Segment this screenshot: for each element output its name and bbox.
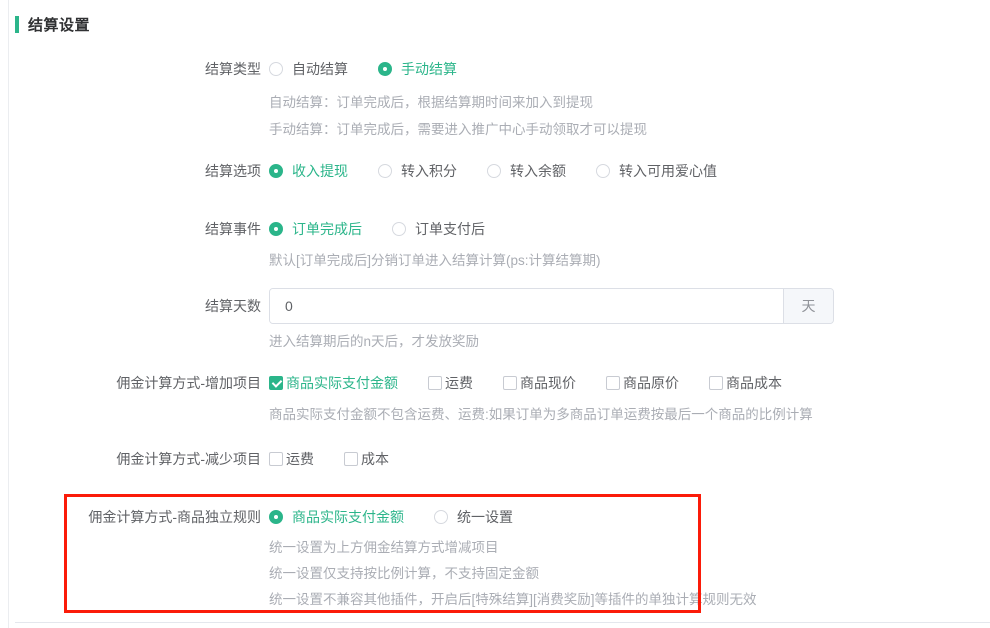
form-label: 佣金计算方式-商品独立规则: [9, 507, 261, 613]
checkbox-unchecked-icon: [428, 376, 442, 390]
radio-checked-icon: [269, 222, 283, 236]
radio-to-balance[interactable]: 转入余额: [487, 161, 566, 181]
radio-label: 转入积分: [401, 161, 457, 181]
checkbox-unchecked-icon: [269, 452, 283, 466]
checkbox-label: 商品现价: [520, 373, 576, 393]
radio-label: 订单完成后: [292, 219, 362, 239]
radio-unchecked-icon: [269, 62, 283, 76]
radio-manual-settle[interactable]: 手动结算: [378, 59, 457, 79]
checkbox-unchecked-icon: [709, 376, 723, 390]
help-text: 默认[订单完成后]分销订单进入结算计算(ps:计算结算期): [269, 247, 990, 274]
checkbox-label: 商品成本: [726, 373, 782, 393]
checkbox-product-current-price[interactable]: 商品现价: [503, 373, 576, 393]
radio-checked-icon: [269, 164, 283, 178]
radio-label: 统一设置: [457, 507, 513, 527]
form-row-commission-product-rule: 佣金计算方式-商品独立规则 商品实际支付金额 统一设置 统一设置为上方佣金结算方…: [9, 507, 990, 613]
radio-checked-icon: [378, 62, 392, 76]
radio-unchecked-icon: [434, 510, 448, 524]
help-text: 商品实际支付金额不包含运费、运费:如果订单为多商品订单运费按最后一个商品的比例计…: [269, 401, 990, 428]
form-row-settlement-days: 结算天数 天 进入结算期后的n天后，才发放奖励: [9, 288, 990, 355]
section-header: 结算设置: [15, 14, 990, 35]
radio-unchecked-icon: [596, 164, 610, 178]
settlement-days-input-group: 天: [269, 288, 834, 324]
help-text: 统一设置为上方佣金结算方式增减项目: [269, 535, 990, 561]
radio-label: 转入余额: [510, 161, 566, 181]
settings-panel: 结算设置 结算类型 自动结算 手动结算 自动结算：订单完成后，根据结算期时间来加…: [8, 0, 990, 628]
checkbox-product-cost[interactable]: 商品成本: [709, 373, 782, 393]
checkbox-minus-shipping-fee[interactable]: 运费: [269, 449, 314, 469]
radio-unified-setting[interactable]: 统一设置: [434, 507, 513, 527]
radio-label: 转入可用爱心值: [619, 161, 717, 181]
form-label: 佣金计算方式-增加项目: [9, 373, 261, 428]
settlement-form: 结算类型 自动结算 手动结算 自动结算：订单完成后，根据结算期时间来加入到提现 …: [9, 59, 990, 613]
bottom-divider: [15, 622, 990, 623]
radio-label: 收入提现: [292, 161, 348, 181]
highlighted-section: 佣金计算方式-商品独立规则 商品实际支付金额 统一设置 统一设置为上方佣金结算方…: [9, 507, 990, 613]
form-row-settlement-option: 结算选项 收入提现 转入积分 转入余额: [9, 161, 990, 181]
help-text: 统一设置仅支持按比例计算，不支持固定金额: [269, 561, 990, 587]
form-row-commission-add-items: 佣金计算方式-增加项目 商品实际支付金额 运费 商品现价: [9, 373, 990, 428]
settlement-days-input[interactable]: [270, 289, 783, 323]
form-row-settlement-event: 结算事件 订单完成后 订单支付后 默认[订单完成后]分销订单进入结算计算(ps:…: [9, 219, 990, 274]
form-label: 结算事件: [9, 219, 261, 274]
radio-label: 商品实际支付金额: [292, 507, 404, 527]
checkbox-label: 运费: [286, 449, 314, 469]
radio-to-points[interactable]: 转入积分: [378, 161, 457, 181]
help-text: 统一设置不兼容其他插件，开启后[特殊结算][消费奖励]等插件的单独计算规则无效: [269, 587, 990, 613]
radio-order-completed[interactable]: 订单完成后: [269, 219, 362, 239]
checkbox-minus-cost[interactable]: 成本: [344, 449, 389, 469]
form-label: 结算类型: [9, 59, 261, 143]
help-text: 手动结算：订单完成后，需要进入推广中心手动领取才可以提现: [269, 116, 990, 143]
help-text: 进入结算期后的n天后，才发放奖励: [269, 328, 990, 355]
checkbox-actual-pay-amount[interactable]: 商品实际支付金额: [269, 373, 398, 393]
radio-checked-icon: [269, 510, 283, 524]
checkbox-label: 商品原价: [623, 373, 679, 393]
checkbox-unchecked-icon: [344, 452, 358, 466]
radio-label: 自动结算: [292, 59, 348, 79]
checkbox-checked-icon: [269, 376, 283, 390]
input-addon-unit: 天: [783, 289, 833, 323]
form-label: 佣金计算方式-减少项目: [9, 449, 261, 469]
checkbox-product-original-price[interactable]: 商品原价: [606, 373, 679, 393]
checkbox-unchecked-icon: [606, 376, 620, 390]
section-accent-bar: [15, 16, 19, 33]
radio-unchecked-icon: [392, 222, 406, 236]
form-label: 结算天数: [9, 288, 261, 355]
radio-order-paid[interactable]: 订单支付后: [392, 219, 485, 239]
form-row-settlement-type: 结算类型 自动结算 手动结算 自动结算：订单完成后，根据结算期时间来加入到提现 …: [9, 59, 990, 143]
checkbox-label: 成本: [361, 449, 389, 469]
radio-unchecked-icon: [487, 164, 501, 178]
radio-product-actual-pay[interactable]: 商品实际支付金额: [269, 507, 404, 527]
form-label: 结算选项: [9, 161, 261, 181]
radio-label: 手动结算: [401, 59, 457, 79]
checkbox-shipping-fee[interactable]: 运费: [428, 373, 473, 393]
checkbox-unchecked-icon: [503, 376, 517, 390]
checkbox-label: 商品实际支付金额: [286, 373, 398, 393]
checkbox-label: 运费: [445, 373, 473, 393]
radio-auto-settle[interactable]: 自动结算: [269, 59, 348, 79]
form-row-commission-subtract-items: 佣金计算方式-减少项目 运费 成本: [9, 449, 990, 469]
radio-label: 订单支付后: [415, 219, 485, 239]
radio-income-withdraw[interactable]: 收入提现: [269, 161, 348, 181]
radio-unchecked-icon: [378, 164, 392, 178]
radio-to-love-value[interactable]: 转入可用爱心值: [596, 161, 717, 181]
section-title: 结算设置: [28, 14, 90, 35]
help-text: 自动结算：订单完成后，根据结算期时间来加入到提现: [269, 89, 990, 116]
